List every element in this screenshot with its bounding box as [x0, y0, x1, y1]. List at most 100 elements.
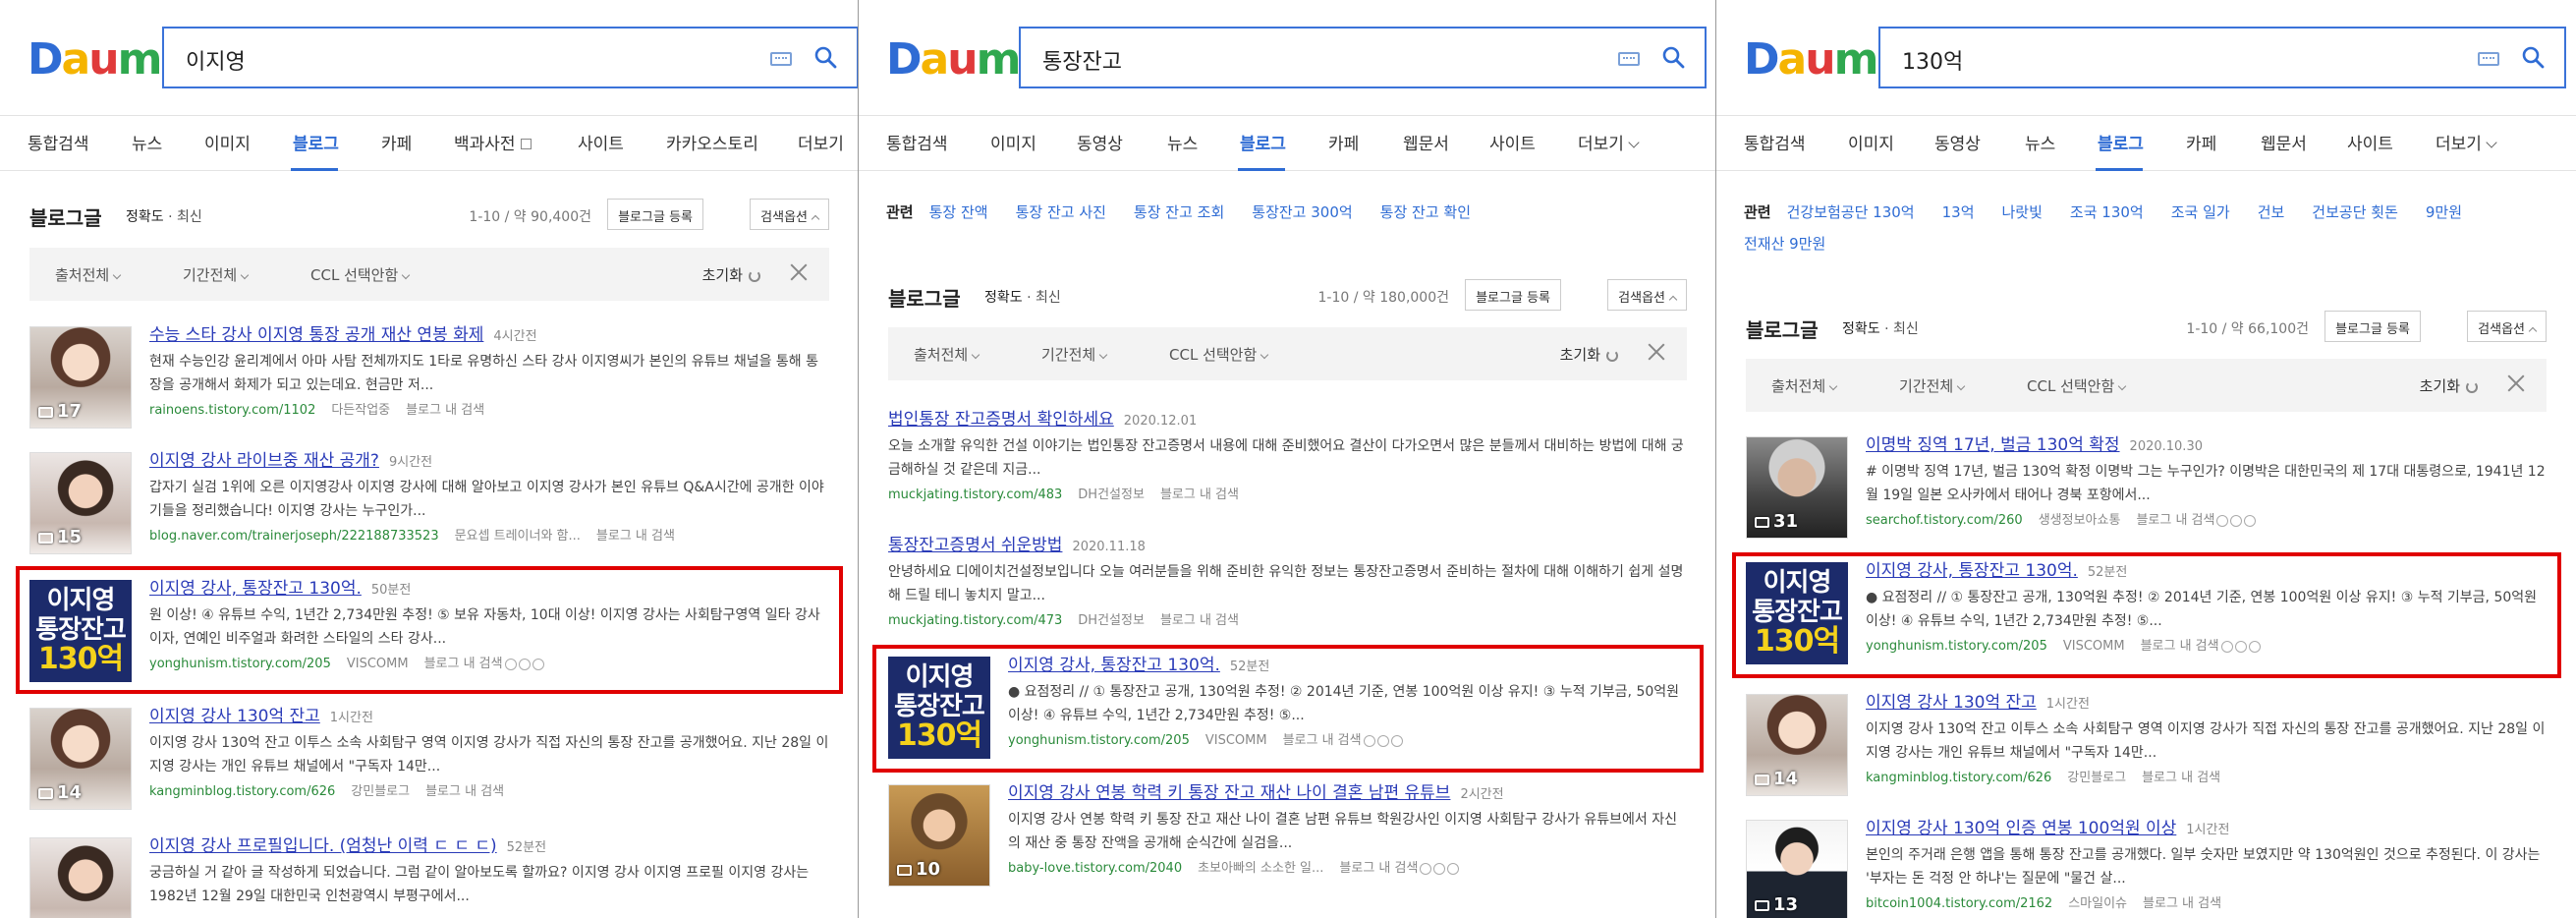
search-icon[interactable]	[2521, 45, 2545, 69]
related-keyword[interactable]: 건보	[2258, 197, 2285, 228]
filter-period[interactable]: 기간전체	[1041, 344, 1108, 365]
related-keyword[interactable]: 나랏빛	[2002, 197, 2043, 228]
blog-name[interactable]: 강민블로그	[2067, 771, 2126, 785]
related-keyword[interactable]: 조국 130억	[2070, 197, 2144, 228]
result-title[interactable]: 이지영 강사, 통장잔고 130억. 52분전	[1008, 651, 1687, 675]
result-url[interactable]: rainoens.tistory.com/1102	[149, 403, 315, 418]
result-url[interactable]: blog.naver.com/trainerjoseph/22218873352…	[149, 529, 439, 544]
result-thumbnail[interactable]: 15	[29, 452, 132, 554]
result-thumbnail[interactable]	[29, 837, 132, 918]
tab-site[interactable]: 사이트	[578, 130, 624, 154]
related-keyword[interactable]: 통장 잔고 확인	[1380, 197, 1471, 228]
related-keyword[interactable]: 건강보험공단 130억	[1787, 197, 1915, 228]
blog-name[interactable]: 스마일이슈	[2068, 896, 2127, 911]
sort-accuracy[interactable]: 정확도	[126, 209, 164, 225]
result-title-text[interactable]: 이지영 강사, 통장잔고 130억.	[149, 579, 362, 599]
result-title[interactable]: 수능 스타 강사 이지영 통장 공개 재산 연봉 화제 4시간전	[149, 320, 829, 345]
result-url[interactable]: muckjating.tistory.com/483	[888, 488, 1062, 502]
filter-ccl[interactable]: CCL 선택안함	[2027, 375, 2127, 396]
tab-webdocs[interactable]: 웹문서	[2261, 130, 2307, 154]
search-input[interactable]: 이지영	[162, 27, 859, 88]
blog-search-link[interactable]: 블로그 내 검색	[2143, 896, 2221, 911]
result-thumbnail[interactable]: 13	[1746, 820, 1848, 918]
filter-source[interactable]: 출처전체	[914, 344, 980, 365]
tab-images[interactable]: 이미지	[990, 130, 1036, 154]
close-icon[interactable]	[2505, 373, 2527, 394]
tab-kakaostory[interactable]: 카카오스토리	[666, 130, 758, 154]
search-input[interactable]: 130억	[1878, 27, 2566, 88]
result-title[interactable]: 이지영 강사 프로필입니다. (엄청난 이력 ㄷ ㄷ ㄷ) 52분전	[149, 832, 829, 856]
related-keyword[interactable]: 전재산 9만원	[1744, 228, 1825, 259]
result-title-text[interactable]: 이지영 강사 연봉 학력 키 통장 잔고 재산 나이 결혼 남편 유튜브	[1008, 783, 1450, 803]
blog-name[interactable]: VISCOMM	[2063, 639, 2125, 654]
search-icon[interactable]	[1661, 45, 1685, 69]
result-title-text[interactable]: 이지영 강사, 통장잔고 130억.	[1008, 656, 1220, 675]
reset-button[interactable]: 초기화	[702, 264, 760, 285]
blog-search-link[interactable]: 블로그 내 검색	[406, 403, 484, 418]
result-url[interactable]: yonghunism.tistory.com/205	[1866, 639, 2047, 654]
sort-latest[interactable]: 최신	[1893, 321, 1919, 337]
search-input[interactable]: 통장잔고	[1019, 27, 1707, 88]
related-keyword[interactable]: 통장 잔고 조회	[1134, 197, 1224, 228]
blog-name[interactable]: 문요셉 트레이너와 함...	[455, 529, 581, 544]
keyboard-icon[interactable]	[2478, 52, 2499, 66]
register-blog-button[interactable]: 블로그글 등록	[1465, 279, 1561, 311]
result-title[interactable]: 이지영 강사 130억 잔고 1시간전	[1866, 688, 2547, 713]
keyboard-icon[interactable]	[770, 52, 792, 66]
tab-site[interactable]: 사이트	[1489, 130, 1536, 154]
result-title[interactable]: 이지영 강사 라이브중 재산 공개? 9시간전	[149, 446, 829, 471]
result-url[interactable]: yonghunism.tistory.com/205	[1008, 733, 1190, 748]
register-blog-button[interactable]: 블로그글 등록	[2324, 311, 2421, 342]
close-icon[interactable]	[1646, 341, 1667, 363]
blog-search-link[interactable]: 블로그 내 검색	[425, 784, 504, 799]
result-thumbnail[interactable]: 이지영 통장잔고 130억	[888, 657, 990, 759]
tab-news[interactable]: 뉴스	[2025, 130, 2055, 154]
tab-news[interactable]: 뉴스	[132, 130, 162, 154]
related-keyword[interactable]: 통장잔고 300억	[1252, 197, 1352, 228]
tab-webdocs[interactable]: 웹문서	[1403, 130, 1449, 154]
tab-more[interactable]: 더보기	[2436, 130, 2497, 154]
result-url[interactable]: kangminblog.tistory.com/626	[1866, 771, 2051, 785]
tab-blog[interactable]: 블로그	[2098, 130, 2144, 154]
tab-more[interactable]: 더보기	[1578, 130, 1640, 154]
sort-accuracy[interactable]: 정확도	[1842, 321, 1880, 337]
result-title-text[interactable]: 이지영 강사 라이브중 재산 공개?	[149, 451, 379, 471]
blog-name[interactable]: 강민블로그	[351, 784, 410, 799]
filter-period[interactable]: 기간전체	[1899, 375, 1966, 396]
blog-search-link[interactable]: 블로그 내 검색	[2136, 513, 2214, 528]
sort-accuracy[interactable]: 정확도	[984, 290, 1023, 306]
result-title-text[interactable]: 통장잔고증명서 쉬운방법	[888, 536, 1062, 555]
search-query[interactable]: 통장잔고	[1042, 44, 1122, 76]
filter-source[interactable]: 출처전체	[55, 264, 122, 285]
related-keyword[interactable]: 건보공단 횟돈	[2312, 197, 2398, 228]
related-keyword[interactable]: 조국 일가	[2171, 197, 2230, 228]
filter-source[interactable]: 출처전체	[1771, 375, 1838, 396]
reset-button[interactable]: 초기화	[1560, 344, 1618, 365]
blog-name[interactable]: DH건설정보	[1078, 613, 1145, 628]
filter-ccl[interactable]: CCL 선택안함	[1169, 344, 1269, 365]
result-title[interactable]: 법인통장 잔고증명서 확인하세요 2020.12.01	[888, 405, 1687, 430]
result-title-text[interactable]: 이지영 강사, 통장잔고 130억.	[1866, 561, 2078, 581]
result-title-text[interactable]: 이명박 징역 17년, 벌금 130억 확정	[1866, 435, 2120, 455]
tab-news[interactable]: 뉴스	[1167, 130, 1198, 154]
result-title[interactable]: 이지영 강사 130억 잔고 1시간전	[149, 702, 829, 726]
result-url[interactable]: bitcoin1004.tistory.com/2162	[1866, 896, 2052, 911]
result-url[interactable]: searchof.tistory.com/260	[1866, 513, 2023, 528]
result-title-text[interactable]: 이지영 강사 130억 잔고	[1866, 693, 2037, 713]
daum-logo[interactable]: Daum	[28, 29, 162, 88]
blog-search-link[interactable]: 블로그 내 검색	[2142, 771, 2220, 785]
blog-name[interactable]: 다든작업중	[331, 403, 390, 418]
daum-logo[interactable]: Daum	[886, 29, 1021, 88]
register-blog-button[interactable]: 블로그글 등록	[607, 199, 703, 230]
result-title[interactable]: 통장잔고증명서 쉬운방법 2020.11.18	[888, 531, 1687, 555]
blog-search-link[interactable]: 블로그 내 검색	[2141, 639, 2219, 654]
result-url[interactable]: muckjating.tistory.com/473	[888, 613, 1062, 628]
related-keyword[interactable]: 통장 잔액	[929, 197, 988, 228]
tab-images[interactable]: 이미지	[204, 130, 251, 154]
close-icon[interactable]	[788, 261, 810, 283]
blog-name[interactable]: 초보아빠의 소소한 일...	[1198, 861, 1323, 876]
blog-search-link[interactable]: 블로그 내 검색	[1160, 613, 1239, 628]
search-options-button[interactable]: 검색옵션	[1607, 279, 1687, 311]
result-title-text[interactable]: 이지영 강사 130억 인증 연봉 100억원 이상	[1866, 819, 2176, 838]
result-thumbnail[interactable]: 17	[29, 326, 132, 429]
